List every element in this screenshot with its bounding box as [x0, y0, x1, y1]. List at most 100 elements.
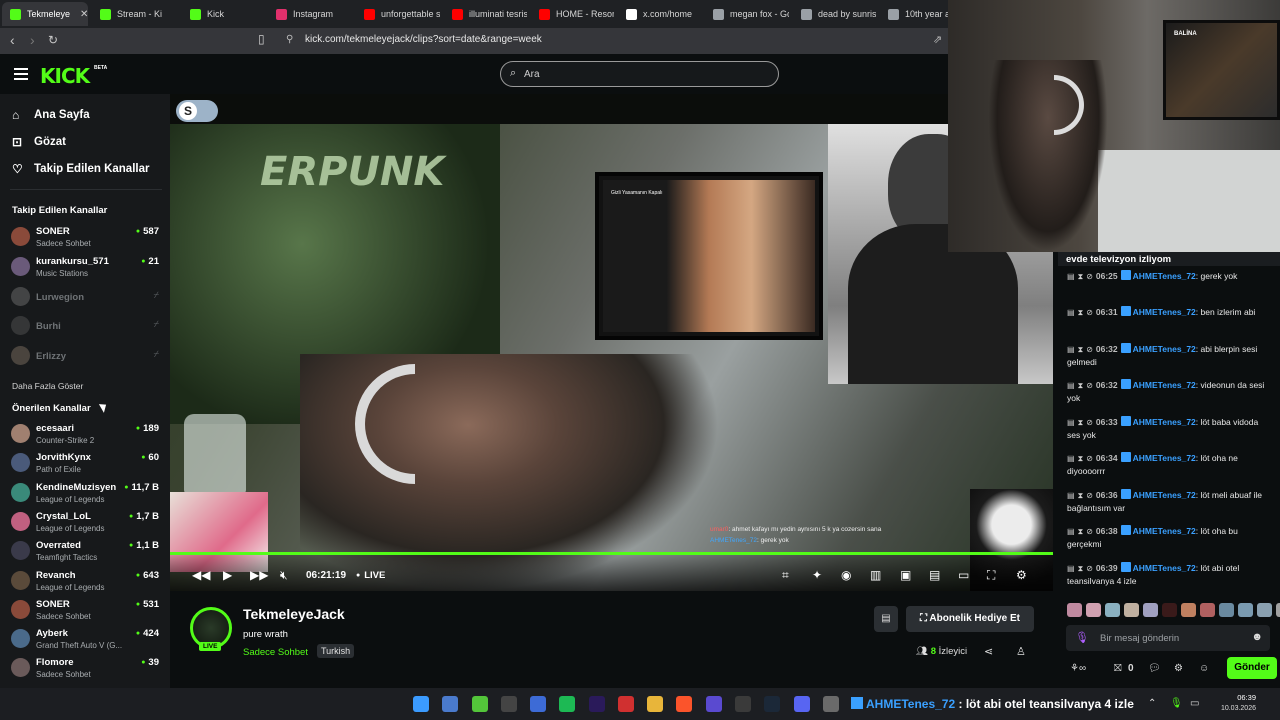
tray-chevron-icon[interactable]: ⌃ [1148, 698, 1156, 709]
sidebar-channel[interactable]: JorvithKynxPath of Exile 60 [11, 450, 161, 478]
timeout-icon[interactable]: ⊘ [1086, 527, 1093, 536]
sidebar-channel[interactable]: ecesaari Counter-Strike 2 189 [11, 421, 161, 449]
pin-icon[interactable]: ▤ [1067, 527, 1075, 536]
gift-box-icon[interactable]: ⛝ [1114, 663, 1122, 674]
pin-icon[interactable]: ▤ [1067, 345, 1075, 354]
chat-message[interactable]: ▤ ⧗ ⊘ 06:32 AHMETenes_72: videonun da sesi y… [1067, 379, 1267, 405]
hourglass-icon[interactable]: ⧗ [1078, 308, 1084, 317]
hourglass-icon[interactable]: ⧗ [1078, 345, 1084, 354]
message-user[interactable]: AHMETenes_72 [1133, 563, 1196, 573]
emote-icon[interactable] [1276, 603, 1280, 617]
timeout-icon[interactable]: ⊘ [1086, 272, 1093, 281]
message-user[interactable]: AHMETenes_72 [1133, 271, 1196, 281]
spotify-icon[interactable] [559, 696, 575, 712]
hourglass-icon[interactable]: ⧗ [1078, 418, 1084, 427]
message-user[interactable]: AHMETenes_72 [1133, 344, 1196, 354]
kick-logo[interactable]: KICK [40, 64, 90, 88]
calculator-icon[interactable] [530, 696, 546, 712]
stats-icon[interactable]: ▥ [870, 568, 881, 582]
timeout-icon[interactable]: ⊘ [1086, 308, 1093, 317]
sidebar-channel[interactable]: KendineMuzisyenLeague of Legends 11,7 B [11, 480, 161, 508]
chat-settings-icon[interactable]: ⚙ [1174, 663, 1183, 674]
theater-icon[interactable]: ▤ [929, 568, 940, 582]
stream-category[interactable]: Sadece Sohbet [243, 647, 308, 658]
emote-icon[interactable] [1067, 603, 1082, 617]
clock-date[interactable]: 10.03.2026 [1214, 705, 1256, 712]
epic-icon[interactable] [501, 696, 517, 712]
sidebar-channel[interactable]: FlomoreSadece Sohbet 39 [11, 655, 161, 683]
pip-icon[interactable]: ▣ [900, 568, 911, 582]
emote-icon[interactable] [1219, 603, 1234, 617]
points-icon[interactable]: ⚘∞ [1070, 663, 1086, 674]
emote-icon[interactable] [1124, 603, 1139, 617]
fullscreen-icon[interactable]: ⛶ [987, 568, 995, 583]
video-player[interactable]: ERPUNK Gizli Yasamanın Kapalı umar0: ahm… [170, 124, 1053, 591]
premiere-icon[interactable] [589, 696, 605, 712]
media-icon[interactable] [618, 696, 634, 712]
browser-tab[interactable]: megan fox - Go [705, 2, 789, 26]
pin-icon[interactable]: ▤ [1067, 272, 1075, 281]
discord-icon[interactable] [794, 696, 810, 712]
language-tag[interactable]: Turkish [317, 644, 355, 658]
settings-icon[interactable]: ⚙ [1016, 568, 1027, 582]
forward-icon[interactable]: › [30, 32, 35, 48]
tray-network-icon[interactable]: ▭ [1190, 698, 1199, 709]
message-user[interactable]: AHMETenes_72 [1133, 417, 1196, 427]
search-input[interactable]: ⌕ Ara [500, 61, 779, 87]
pin-icon[interactable]: ▤ [1067, 308, 1075, 317]
pin-icon[interactable]: ▤ [1067, 454, 1075, 463]
settings-gear-icon[interactable] [823, 696, 839, 712]
emote-icon[interactable] [1162, 603, 1177, 617]
chat-bubble-icon[interactable]: 💬︎ [1148, 663, 1161, 674]
url-field[interactable]: kick.com/tekmeleyejack/clips?sort=date&r… [305, 34, 542, 45]
chat-message[interactable]: ▤ ⧗ ⊘ 06:33 AHMETenes_72: löt baba vidoda se… [1067, 416, 1267, 442]
close-icon[interactable]: ✕ [80, 9, 88, 20]
pin-icon[interactable]: ▤ [1067, 564, 1075, 573]
tray-mic-icon[interactable]: 🎙︎ [1170, 698, 1183, 709]
share-icon[interactable]: ⋖ [984, 645, 993, 658]
windows-start-icon[interactable] [413, 696, 429, 712]
emote-icon[interactable] [1143, 603, 1158, 617]
reload-icon[interactable]: ↻ [48, 33, 58, 47]
menu-icon[interactable] [14, 68, 28, 80]
sidebar-channel[interactable]: Crystal_LoLLeague of Legends 1,7 B [11, 509, 161, 537]
brave-icon[interactable] [676, 696, 692, 712]
sparkle-icon[interactable]: ✦ [812, 568, 822, 582]
hourglass-icon[interactable]: ⧗ [1078, 527, 1084, 536]
emote-icon[interactable] [1086, 603, 1101, 617]
sidebar-nav-item[interactable]: ⌂ Ana Sayfa [12, 108, 90, 122]
quick-emote-icon[interactable]: ☺ [1199, 663, 1209, 674]
follow-icon[interactable]: ♙ [1016, 645, 1026, 658]
message-user[interactable]: AHMETenes_72 [1133, 490, 1196, 500]
chat-message[interactable]: ▤ ⧗ ⊘ 06:39 AHMETenes_72: löt abi otel teans… [1067, 562, 1267, 588]
browser-tab[interactable]: x.com/home [618, 2, 701, 26]
pin-icon[interactable]: ▤ [1067, 491, 1075, 500]
emote-icon[interactable] [1181, 603, 1196, 617]
sidebar-channel[interactable]: Erlizzy ⌿ [11, 343, 161, 371]
xbox-icon[interactable] [472, 696, 488, 712]
send-button[interactable]: Gönder [1227, 657, 1277, 679]
emote-icon[interactable] [1105, 603, 1120, 617]
chat-message[interactable]: ▤ ⧗ ⊘ 06:36 AHMETenes_72: löt meli abuaf ile… [1067, 489, 1267, 515]
folder-icon[interactable] [647, 696, 663, 712]
browser-tab[interactable]: unforgettable s [356, 2, 440, 26]
mute-icon[interactable]: 🔇︎ [280, 568, 288, 583]
browser-tab[interactable]: HOME - Reson [531, 2, 614, 26]
rewind-circle-icon[interactable]: ◉ [841, 568, 851, 582]
browser-tab[interactable]: Tekmeleye ✕ [2, 2, 88, 26]
timeout-icon[interactable]: ⊘ [1086, 418, 1093, 427]
chat-message[interactable]: ▤ ⧗ ⊘ 06:31 AHMETenes_72: ben izlerim abi [1067, 306, 1267, 319]
browser-tab[interactable]: Instagram [268, 2, 352, 26]
sidebar-channel[interactable]: SONERSadece Sohbet 531 [11, 597, 161, 625]
sidebar-channel[interactable]: AyberkGrand Theft Auto V (G... 424 [11, 626, 161, 654]
browser-tab[interactable]: Stream - Ki [92, 2, 178, 26]
hourglass-icon[interactable]: ⧗ [1078, 454, 1084, 463]
share-page-icon[interactable]: ⇗ [933, 33, 942, 46]
back-icon[interactable]: ‹ [10, 32, 15, 48]
timeout-icon[interactable]: ⊘ [1086, 345, 1093, 354]
browser-tab[interactable]: 10th year ann [880, 2, 950, 26]
chat-input[interactable]: 🎙︎ Bir mesaj gönderin ☻ [1066, 625, 1270, 651]
mic-icon[interactable]: 🎙︎ [1075, 631, 1089, 644]
sidebar-channel[interactable]: Burhi ⌿ [11, 313, 161, 341]
steam-icon[interactable] [764, 696, 780, 712]
